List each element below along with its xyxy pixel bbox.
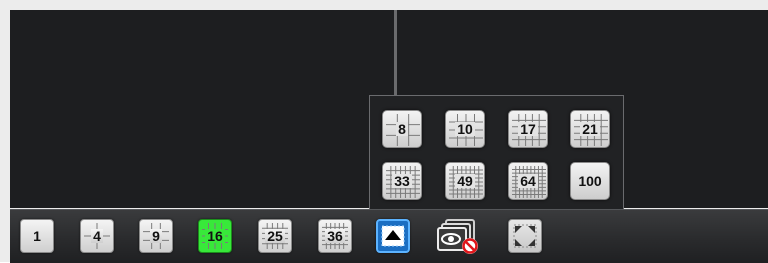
layout-label: 36 [325, 228, 345, 244]
layout-16-button[interactable]: 16 [198, 219, 232, 253]
layout-label: 8 [396, 121, 408, 137]
layout-1-button[interactable]: 1 [20, 219, 54, 253]
stop-camera-sequence-icon [437, 219, 478, 254]
layout-100-button[interactable]: 100 [570, 162, 610, 200]
layout-label: 100 [578, 173, 602, 189]
layout-label: 25 [265, 228, 285, 244]
layout-label: 64 [518, 173, 538, 189]
layout-label: 17 [518, 121, 538, 137]
layout-label: 9 [150, 228, 162, 244]
layout-49-button[interactable]: 49 [445, 162, 485, 200]
layout-8-button[interactable]: 8 [382, 110, 422, 148]
layout-4-button[interactable]: 4 [80, 219, 114, 253]
layout-21-button[interactable]: 21 [570, 110, 610, 148]
layout-label: 1 [33, 228, 41, 244]
layout-label: 16 [205, 228, 225, 244]
expand-more-layouts-icon [381, 225, 405, 247]
pane-divider [394, 10, 397, 96]
layout-toolbar: 1 4 9 16 25 36 [10, 209, 768, 263]
layout-label: 4 [91, 228, 103, 244]
layout-label: 33 [392, 173, 412, 189]
layout-17-button[interactable]: 17 [508, 110, 548, 148]
layout-label: 10 [455, 121, 475, 137]
fullscreen-icon [513, 224, 537, 248]
more-layouts-button[interactable] [376, 219, 410, 253]
layout-label: 49 [455, 173, 475, 189]
layout-9-button[interactable]: 9 [139, 219, 173, 253]
layout-64-button[interactable]: 64 [508, 162, 548, 200]
fullscreen-button[interactable] [508, 219, 542, 253]
layout-36-button[interactable]: 36 [318, 219, 352, 253]
layout-label: 21 [580, 121, 600, 137]
stop-sequence-button[interactable] [436, 219, 482, 254]
layout-25-button[interactable]: 25 [258, 219, 292, 253]
more-layouts-popup: 8 10 17 21 33 49 64 100 [369, 95, 624, 211]
layout-10-button[interactable]: 10 [445, 110, 485, 148]
layout-33-button[interactable]: 33 [382, 162, 422, 200]
